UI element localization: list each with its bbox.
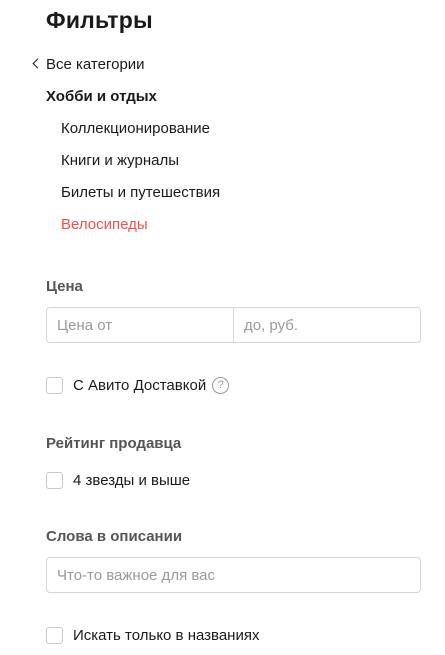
price-to-input[interactable] (234, 307, 421, 343)
subcategory-item-tickets[interactable]: Билеты и путешествия (61, 183, 220, 215)
price-from-input[interactable] (46, 307, 234, 343)
subcategory-list: Коллекционирование Книги и журналы Билет… (61, 119, 220, 247)
subcategory-item-collecting[interactable]: Коллекционирование (61, 119, 220, 151)
checkbox-box[interactable] (46, 377, 63, 394)
chevron-left-icon (32, 58, 43, 69)
description-words-input[interactable] (46, 557, 421, 593)
subcategory-item-bicycles[interactable]: Велосипеды (61, 215, 220, 247)
current-category: Хобби и отдых (46, 88, 157, 105)
page-title: Фильтры (46, 7, 153, 33)
subcategory-item-books[interactable]: Книги и журналы (61, 151, 220, 183)
titles-only-checkbox[interactable]: Искать только в названиях (46, 627, 259, 644)
help-icon[interactable]: ? (212, 377, 230, 394)
titles-only-label: Искать только в названиях (73, 627, 260, 644)
checkbox-box[interactable] (46, 627, 63, 644)
description-words-label: Слова в описании (46, 528, 183, 545)
all-categories-label: Все категории (46, 56, 145, 73)
avito-delivery-checkbox[interactable]: С Авито Доставкой ? (46, 377, 230, 394)
rating-4-stars-checkbox[interactable]: 4 звезды и выше (46, 472, 190, 489)
all-categories-link[interactable]: Все категории (32, 56, 145, 73)
seller-rating-label: Рейтинг продавца (46, 435, 182, 452)
checkbox-box[interactable] (46, 472, 63, 489)
price-range (46, 307, 421, 343)
avito-delivery-label: С Авито Доставкой (73, 377, 207, 394)
price-label: Цена (46, 278, 83, 295)
rating-4-stars-label: 4 звезды и выше (73, 472, 191, 489)
